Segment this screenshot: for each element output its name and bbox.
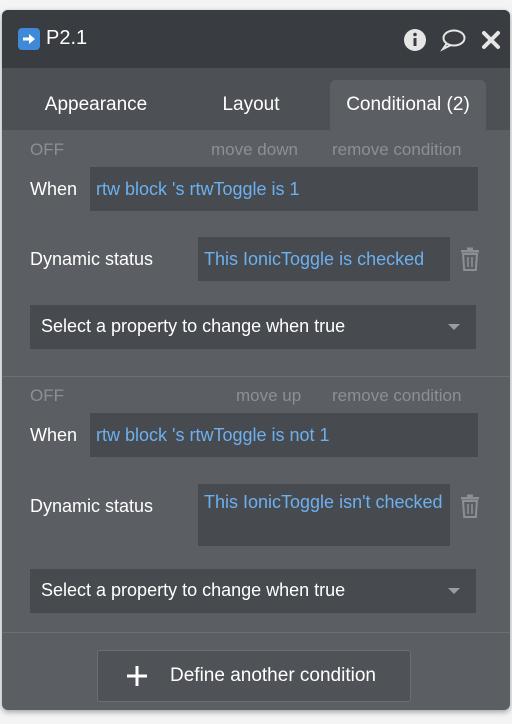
plus-icon	[126, 665, 148, 687]
when-label: When	[30, 179, 78, 199]
conditional-properties-panel: P2.1 Appearance Layout Conditional (2) O…	[2, 10, 510, 710]
trash-icon[interactable]	[460, 494, 480, 518]
when-expression-field[interactable]: rtw block 's rtwToggle is not 1	[90, 413, 478, 457]
condition-card: OFF move up remove condition When rtw bl…	[2, 366, 510, 630]
chevron-down-icon	[448, 324, 460, 330]
when-expression-field[interactable]: rtw block 's rtwToggle is 1	[90, 167, 478, 211]
trash-icon[interactable]	[460, 247, 480, 271]
condition-card: OFF move down remove condition When rtw …	[2, 130, 510, 366]
condition-divider	[2, 632, 510, 633]
condition-state-toggle[interactable]: OFF	[30, 386, 64, 406]
panel-titlebar[interactable]: P2.1	[2, 10, 510, 68]
chevron-down-icon	[448, 588, 460, 594]
move-down-link[interactable]: move down	[211, 140, 298, 160]
arrow-right-icon	[18, 28, 40, 50]
dynamic-status-label: Dynamic status	[30, 249, 154, 269]
property-select-placeholder: Select a property to change when true	[41, 316, 346, 336]
property-select-placeholder: Select a property to change when true	[41, 580, 346, 600]
tab-appearance[interactable]: Appearance	[22, 80, 170, 130]
comment-icon[interactable]	[440, 27, 466, 53]
when-label: When	[30, 425, 78, 445]
condition-state-toggle[interactable]: OFF	[30, 140, 64, 160]
close-icon[interactable]	[478, 27, 504, 53]
remove-condition-link[interactable]: remove condition	[332, 386, 461, 406]
move-up-link[interactable]: move up	[236, 386, 301, 406]
property-select-dropdown[interactable]: Select a property to change when true	[30, 305, 476, 349]
info-icon[interactable]	[402, 27, 428, 53]
dynamic-status-label: Dynamic status	[30, 496, 154, 516]
tab-bar: Appearance Layout Conditional (2)	[2, 68, 510, 130]
conditions-list: OFF move down remove condition When rtw …	[2, 130, 510, 710]
define-another-condition-button[interactable]: Define another condition	[97, 650, 411, 702]
dynamic-status-expression-field[interactable]: This IonicToggle isn't checked	[198, 484, 450, 546]
panel-title: P2.1	[46, 27, 88, 49]
define-another-condition-label: Define another condition	[170, 665, 376, 686]
remove-condition-link[interactable]: remove condition	[332, 140, 461, 160]
tab-conditional[interactable]: Conditional (2)	[330, 80, 486, 130]
property-select-dropdown[interactable]: Select a property to change when true	[30, 569, 476, 613]
dynamic-status-expression-field[interactable]: This IonicToggle is checked	[198, 237, 450, 281]
tab-layout[interactable]: Layout	[186, 80, 316, 130]
